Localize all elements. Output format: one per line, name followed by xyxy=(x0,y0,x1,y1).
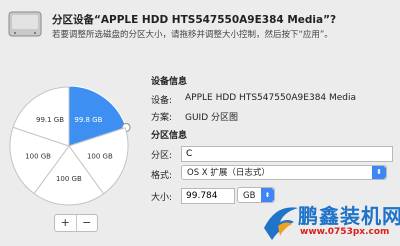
pie-slice-label-100-gb: 100 GB xyxy=(56,175,82,183)
hard-disk-icon xyxy=(8,11,42,37)
add-partition-button[interactable]: + xyxy=(55,215,77,231)
pie-slice-label-100-gb: 100 GB xyxy=(25,152,51,160)
format-label: 格式: xyxy=(151,171,173,181)
dialog-subtitle: 若要调整所选磁盘的分区大小，请拖移并调整大小控制，然后按下“应用”。 xyxy=(52,30,333,40)
watermark-text: 鹏鑫装机网 xyxy=(298,204,400,228)
pie-slice-label-99-8-gb: 99.8 GB xyxy=(74,116,102,124)
device-value: APPLE HDD HTS547550A9E384 Media xyxy=(185,93,357,103)
size-unit-value: GB xyxy=(243,191,256,201)
format-select[interactable]: OS X 扩展（日志式） ⬍ xyxy=(181,165,387,180)
partition-info-heading: 分区信息 xyxy=(151,131,188,141)
scheme-value: GUID 分区图 xyxy=(185,113,239,123)
partition-name-input[interactable] xyxy=(181,146,393,162)
dialog-title: 分区设备“APPLE HDD HTS547550A9E384 Media”? xyxy=(52,14,337,26)
size-label: 大小: xyxy=(151,193,173,203)
partition-dialog: 分区设备“APPLE HDD HTS547550A9E384 Media”? 若… xyxy=(0,0,400,246)
device-info-heading: 设备信息 xyxy=(151,77,188,87)
pie-slice-label-99-1-gb: 99.1 GB xyxy=(36,116,64,124)
device-label: 设备: xyxy=(151,96,173,106)
select-arrows-icon: ⬍ xyxy=(372,166,386,179)
format-select-value: OS X 扩展（日志式） xyxy=(187,168,270,178)
scheme-label: 方案: xyxy=(151,113,173,123)
size-input[interactable] xyxy=(181,188,235,204)
watermark-url: www.0753px.com xyxy=(300,227,390,237)
pie-button-group: + − xyxy=(54,214,98,232)
partition-pie-chart[interactable]: 99.8 GB 100 GB 100 GB 100 GB 99.1 GB xyxy=(0,66,140,218)
remove-partition-button[interactable]: − xyxy=(77,215,98,231)
pie-slice-label-100-gb: 100 GB xyxy=(87,153,113,161)
partition-name-label: 分区: xyxy=(151,151,173,161)
